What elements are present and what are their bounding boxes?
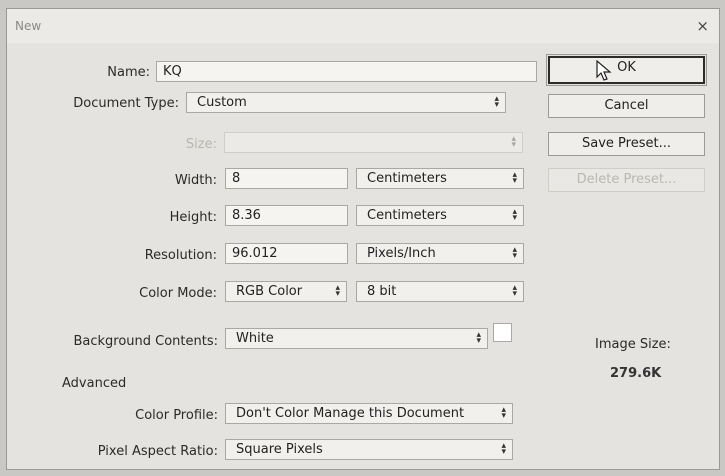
background-color-swatch[interactable] [493,323,512,342]
background-contents-value: White [236,331,274,346]
name-input[interactable]: KQ [156,61,537,82]
background-contents-label: Background Contents: [73,334,218,349]
cancel-button[interactable]: Cancel [548,94,705,118]
height-input[interactable]: 8.36 [225,205,348,226]
height-unit-value: Centimeters [367,208,447,223]
size-label: Size: [185,137,217,152]
select-arrows-icon: ▴ ▾ [512,170,517,186]
width-unit-select[interactable]: Centimeters ▴ ▾ [356,168,524,189]
height-unit-select[interactable]: Centimeters ▴ ▾ [356,205,524,226]
image-size-value: 279.6K [610,366,662,381]
resolution-label: Resolution: [144,248,217,263]
select-arrows-icon: ▴ ▾ [501,441,506,457]
width-unit-value: Centimeters [367,171,447,186]
color-profile-select[interactable]: Don't Color Manage this Document ▴ ▾ [225,403,513,424]
dialog-title: New [15,19,42,33]
select-arrows-icon: ▴ ▾ [494,94,499,110]
pixel-aspect-ratio-value: Square Pixels [236,442,323,457]
select-arrows-icon: ▴ ▾ [512,207,517,223]
color-profile-value: Don't Color Manage this Document [236,406,465,421]
mouse-pointer-icon [596,60,612,81]
width-label: Width: [174,173,217,188]
select-arrows-icon: ▴ ▾ [501,405,506,421]
color-mode-value: RGB Color [236,284,303,299]
close-icon[interactable]: × [696,17,709,35]
save-preset-button[interactable]: Save Preset... [548,132,705,156]
advanced-section-label: Advanced [62,376,127,391]
bit-depth-select[interactable]: 8 bit ▴ ▾ [356,281,524,302]
image-size-label: Image Size: [595,337,671,352]
resolution-unit-select[interactable]: Pixels/Inch ▴ ▾ [356,243,524,264]
pixel-aspect-ratio-select[interactable]: Square Pixels ▴ ▾ [225,439,513,460]
delete-preset-button: Delete Preset... [548,168,705,192]
select-arrows-icon: ▴ ▾ [335,283,340,299]
title-bar: New × [7,9,719,43]
size-select: ▴ ▾ [224,132,523,153]
color-mode-select[interactable]: RGB Color ▴ ▾ [225,281,347,302]
document-type-value: Custom [197,95,247,110]
select-arrows-icon: ▴ ▾ [512,283,517,299]
select-arrows-icon: ▴ ▾ [512,245,517,261]
document-type-select[interactable]: Custom ▴ ▾ [186,92,506,113]
height-label: Height: [169,210,217,225]
color-profile-label: Color Profile: [135,408,218,423]
resolution-unit-value: Pixels/Inch [367,246,436,261]
background-contents-select[interactable]: White ▴ ▾ [225,328,488,349]
select-arrows-icon: ▴ ▾ [476,330,481,346]
width-input[interactable]: 8 [225,168,348,189]
color-mode-label: Color Mode: [139,286,217,301]
bit-depth-value: 8 bit [367,284,397,299]
select-arrows-icon: ▴ ▾ [511,134,516,150]
resolution-input[interactable]: 96.012 [225,243,348,264]
pixel-aspect-ratio-label: Pixel Aspect Ratio: [97,444,218,459]
ok-button[interactable]: OK [546,54,707,86]
name-label: Name: [107,65,150,80]
document-type-label: Document Type: [73,96,179,111]
